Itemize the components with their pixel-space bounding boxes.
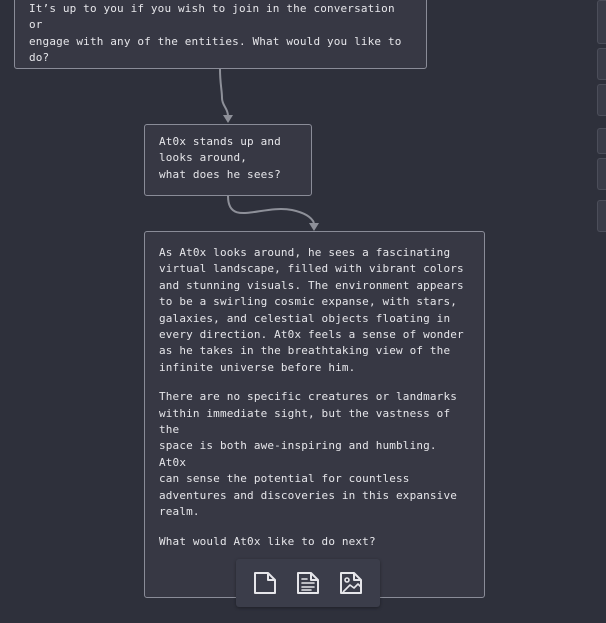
- side-tab[interactable]: [597, 200, 606, 232]
- side-tab[interactable]: [597, 128, 606, 154]
- response-paragraph: There are no specific creatures or landm…: [159, 390, 457, 519]
- side-tab[interactable]: [597, 0, 606, 44]
- side-tab[interactable]: [597, 84, 606, 116]
- side-tab[interactable]: [597, 48, 606, 80]
- node-toolbar: [236, 559, 380, 607]
- blank-document-icon: [254, 572, 277, 594]
- new-blank-node-button[interactable]: [249, 567, 281, 599]
- message-node-user-prompt[interactable]: At0x stands up and looks around, what do…: [144, 124, 312, 196]
- connector-query-to-response: [227, 195, 315, 224]
- message-node-response[interactable]: As At0x looks around, he sees a fascinat…: [144, 231, 485, 598]
- message-text: At0x stands up and looks around, what do…: [159, 135, 281, 181]
- message-node-previous[interactable]: It’s up to you if you wish to join in th…: [14, 0, 427, 69]
- image-document-icon: [339, 572, 362, 594]
- response-paragraph: As At0x looks around, he sees a fascinat…: [159, 246, 464, 374]
- message-text: It’s up to you if you wish to join in th…: [29, 2, 402, 65]
- new-text-node-button[interactable]: [292, 567, 324, 599]
- side-tab[interactable]: [597, 158, 606, 190]
- text-document-icon: [296, 572, 319, 594]
- right-side-panel-tabs: [597, 0, 606, 623]
- connector-top-to-query: [219, 68, 229, 117]
- response-paragraph: What would At0x like to do next?: [159, 534, 376, 548]
- new-image-node-button[interactable]: [335, 567, 367, 599]
- connector-arrowhead: [223, 115, 233, 123]
- connector-arrowhead: [309, 223, 319, 231]
